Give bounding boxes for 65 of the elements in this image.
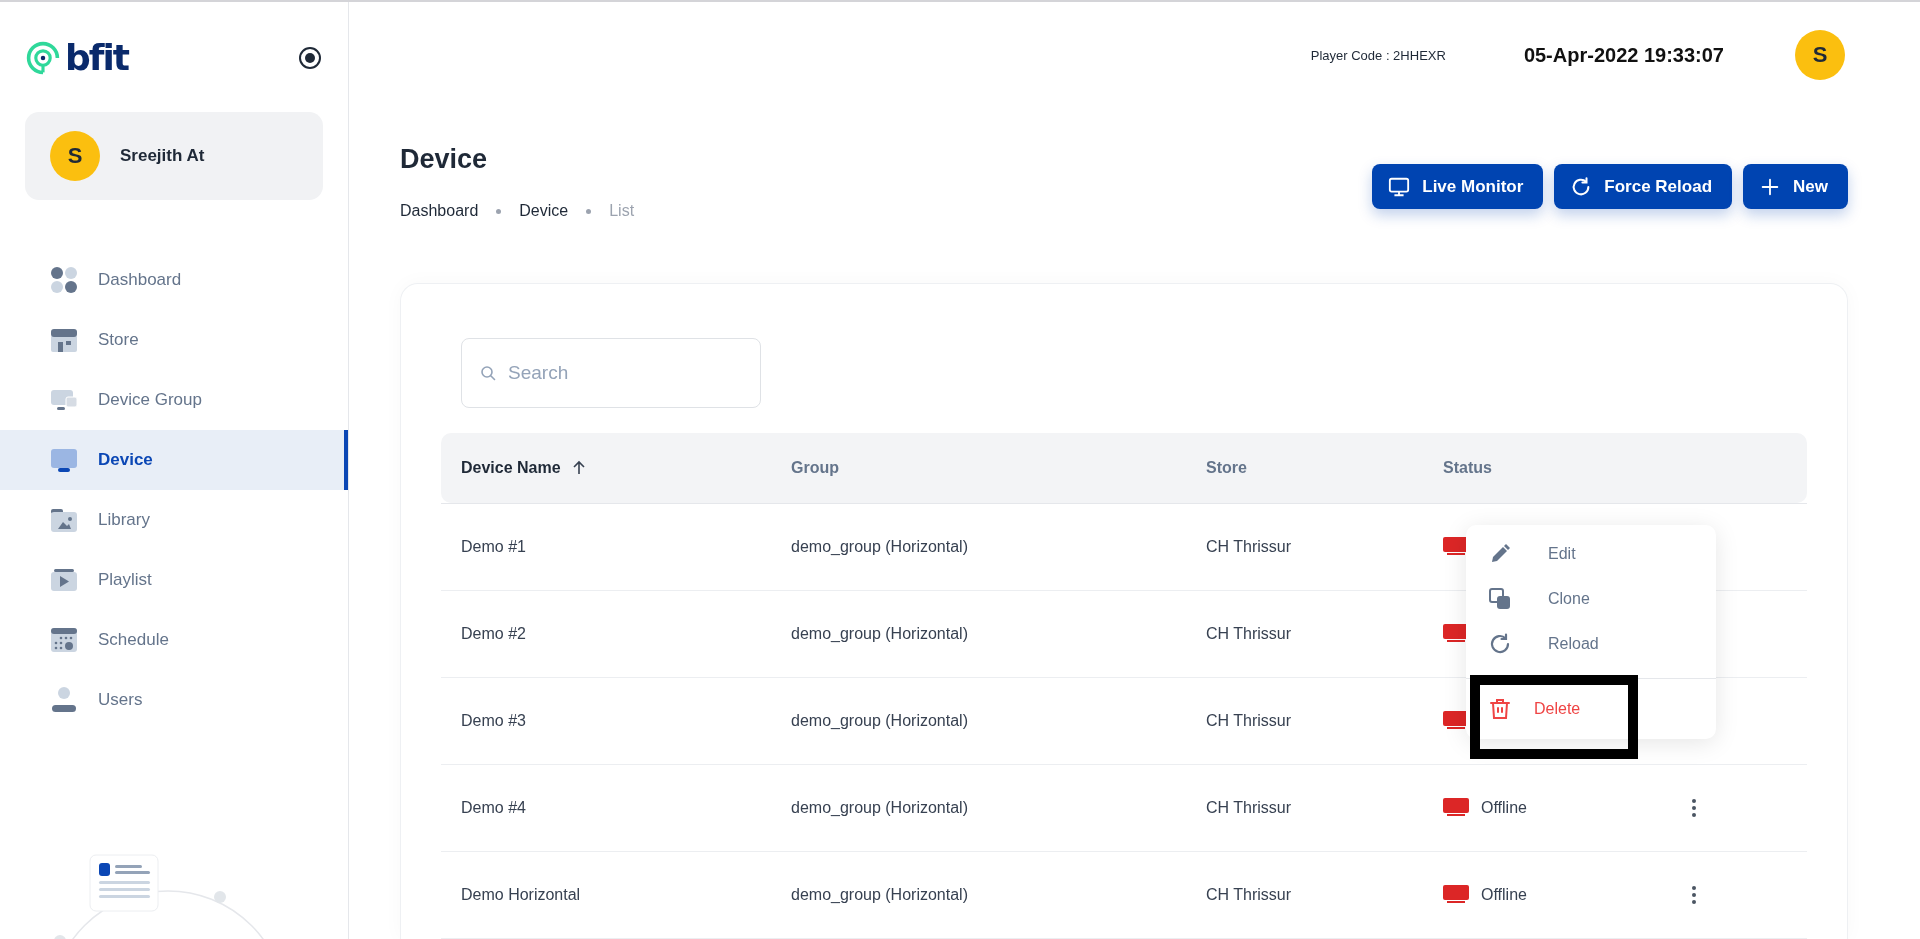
column-header[interactable]: Device Name <box>461 459 561 477</box>
table-cell: demo_group (Horizontal) <box>791 538 968 556</box>
table-cell: Demo #3 <box>461 712 526 730</box>
sidebar-item[interactable]: Users <box>0 670 348 730</box>
player-code: Player Code : 2HHEXR <box>1310 47 1446 63</box>
table-cell: demo_group (Horizontal) <box>791 886 968 904</box>
table-cell: demo_group (Horizontal) <box>791 799 968 817</box>
breadcrumb-separator-icon <box>586 208 592 214</box>
more-options-icon[interactable] <box>1691 885 1697 905</box>
menu-item[interactable]: Edit <box>1466 531 1716 576</box>
sidebar-item[interactable]: Playlist <box>0 550 348 610</box>
table-cell: Demo Horizontal <box>461 886 581 904</box>
sidebar-item[interactable]: Store <box>0 310 348 370</box>
reload-icon <box>1488 631 1512 656</box>
sidebar-item[interactable]: Library <box>0 490 348 550</box>
more-options-icon[interactable] <box>1691 798 1697 818</box>
sidebar-item[interactable]: Device Group <box>0 370 348 430</box>
user-avatar[interactable]: S <box>1795 30 1845 80</box>
sidebar-item[interactable]: Dashboard <box>0 250 348 310</box>
breadcrumb-separator-icon <box>496 208 502 214</box>
search-icon <box>480 365 496 381</box>
table-cell: CH Thrissur <box>1206 712 1292 730</box>
table-cell: demo_group (Horizontal) <box>791 625 968 643</box>
table-cell: Demo #1 <box>461 538 526 556</box>
status-label: Offline <box>1481 886 1527 904</box>
table-cell: CH Thrissur <box>1206 886 1292 904</box>
schedule-icon <box>50 626 78 654</box>
date-time: 05-Apr-2022 19:33:07 <box>1523 43 1724 67</box>
sidebar-item[interactable]: Device <box>0 430 348 490</box>
menu-item[interactable]: Delete <box>1466 679 1716 739</box>
page-title: Device <box>400 146 489 173</box>
table-cell: demo_group (Horizontal) <box>791 712 968 730</box>
logo: bfit <box>25 40 128 76</box>
menu-item[interactable]: Reload <box>1466 621 1716 666</box>
playlist-icon <box>50 566 78 594</box>
table-cell: CH Thrissur <box>1206 625 1292 643</box>
table-cell: Demo #4 <box>461 799 526 817</box>
logo-pin-icon <box>25 40 61 76</box>
user-avatar: S <box>50 131 100 181</box>
search-field[interactable]: Search <box>461 338 761 408</box>
breadcrumb-link[interactable]: Device <box>519 202 569 220</box>
plus-button[interactable]: New <box>1743 164 1848 209</box>
status-label: Offline <box>1481 799 1527 817</box>
monitor-icon <box>1388 175 1411 198</box>
store-icon <box>50 326 78 354</box>
dashboard-icon <box>50 266 78 294</box>
user-name: Sreejith At <box>120 146 205 166</box>
device-icon <box>50 446 78 474</box>
sidebar-item[interactable]: Schedule <box>0 610 348 670</box>
user-card[interactable]: S Sreejith At <box>25 112 323 200</box>
column-header[interactable]: Store <box>1206 459 1247 477</box>
table-cell: CH Thrissur <box>1206 799 1292 817</box>
column-header[interactable]: Group <box>791 459 839 477</box>
copy-icon <box>1488 586 1512 611</box>
monitor-button[interactable]: Live Monitor <box>1372 164 1544 209</box>
menu-item[interactable]: Clone <box>1466 576 1716 621</box>
table-cell: Demo #2 <box>461 625 526 643</box>
users-icon <box>50 686 78 714</box>
breadcrumb-link[interactable]: Dashboard <box>400 202 479 220</box>
library-icon <box>50 506 78 534</box>
column-header[interactable]: Status <box>1443 459 1492 477</box>
reload-button[interactable]: Force Reload <box>1554 164 1733 209</box>
trash-icon <box>1488 697 1512 721</box>
sidebar-toggle-icon[interactable] <box>298 46 322 70</box>
table-cell: CH Thrissur <box>1206 538 1292 556</box>
